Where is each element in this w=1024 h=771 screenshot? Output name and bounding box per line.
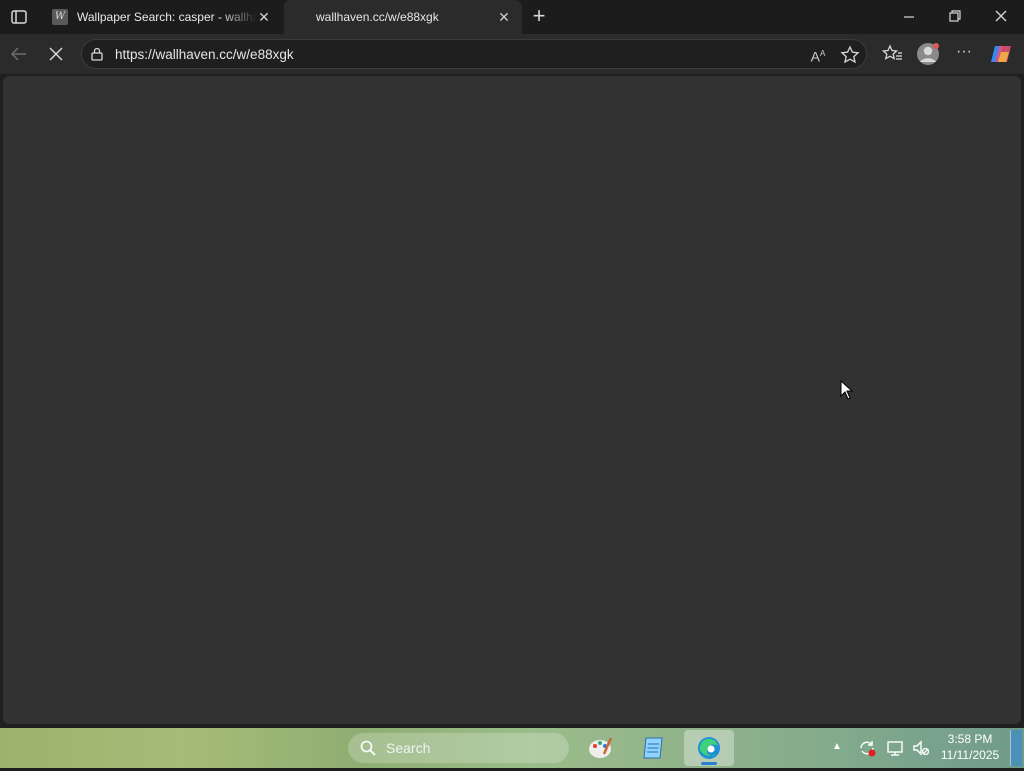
clock-time: 3:58 PM bbox=[947, 732, 993, 746]
url-text[interactable]: https://wallhaven.cc/w/e88xgk bbox=[115, 47, 294, 62]
close-tab-icon[interactable]: ✕ bbox=[495, 8, 513, 26]
favorite-star-icon[interactable] bbox=[840, 45, 860, 65]
taskbar: Search ▲ 3:58 PM 11/11/2025 bbox=[0, 728, 1024, 768]
active-app-indicator bbox=[701, 762, 717, 765]
clock-date: 11/11/2025 bbox=[940, 748, 1000, 762]
close-window-icon[interactable] bbox=[988, 8, 1014, 26]
tab-title: Wallpaper Search: casper - wallhaven.cc bbox=[77, 10, 257, 24]
stop-loading-icon[interactable] bbox=[46, 44, 66, 64]
show-hidden-icons[interactable]: ▲ bbox=[830, 740, 844, 754]
wallhaven-favicon-icon: W bbox=[52, 9, 68, 25]
browser-titlebar: W Wallpaper Search: casper - wallhaven.c… bbox=[0, 0, 1024, 34]
network-icon[interactable] bbox=[885, 738, 905, 758]
volume-icon[interactable] bbox=[911, 738, 931, 758]
minimize-icon[interactable] bbox=[896, 8, 922, 26]
page-viewport bbox=[0, 74, 1024, 728]
notepad-icon[interactable] bbox=[634, 730, 674, 766]
copilot-icon[interactable] bbox=[989, 42, 1013, 66]
close-tab-icon[interactable]: ✕ bbox=[255, 8, 273, 26]
tab-title: wallhaven.cc/w/e88xgk bbox=[316, 10, 439, 24]
page-body-loading[interactable] bbox=[3, 76, 1021, 724]
tab-wallpaper-search[interactable]: W Wallpaper Search: casper - wallhaven.c… bbox=[44, 0, 282, 34]
new-tab-icon[interactable]: + bbox=[528, 5, 550, 27]
tab-actions-icon[interactable] bbox=[10, 8, 28, 26]
taskbar-search[interactable]: Search bbox=[348, 733, 569, 763]
back-icon[interactable] bbox=[8, 44, 30, 64]
profile-icon[interactable] bbox=[916, 42, 940, 66]
tab-wallhaven-e88xgk[interactable]: wallhaven.cc/w/e88xgk ✕ bbox=[284, 0, 522, 34]
restore-icon[interactable] bbox=[942, 8, 968, 26]
read-aloud-icon[interactable]: AA bbox=[808, 45, 828, 65]
paint-icon[interactable] bbox=[580, 730, 620, 766]
site-info-icon[interactable] bbox=[90, 47, 104, 61]
search-icon bbox=[360, 740, 376, 756]
show-desktop-button[interactable] bbox=[1010, 730, 1022, 766]
sync-icon[interactable] bbox=[857, 738, 877, 758]
favorites-icon[interactable] bbox=[881, 44, 904, 64]
more-menu-icon[interactable]: ··· bbox=[953, 44, 975, 64]
browser-toolbar: https://wallhaven.cc/w/e88xgk AA ··· bbox=[0, 34, 1024, 74]
address-bar[interactable]: https://wallhaven.cc/w/e88xgk AA bbox=[81, 39, 867, 69]
mouse-cursor-icon bbox=[840, 379, 854, 405]
search-label: Search bbox=[386, 740, 431, 756]
edge-icon[interactable] bbox=[684, 730, 734, 766]
system-clock[interactable]: 3:58 PM 11/11/2025 bbox=[937, 731, 1003, 763]
